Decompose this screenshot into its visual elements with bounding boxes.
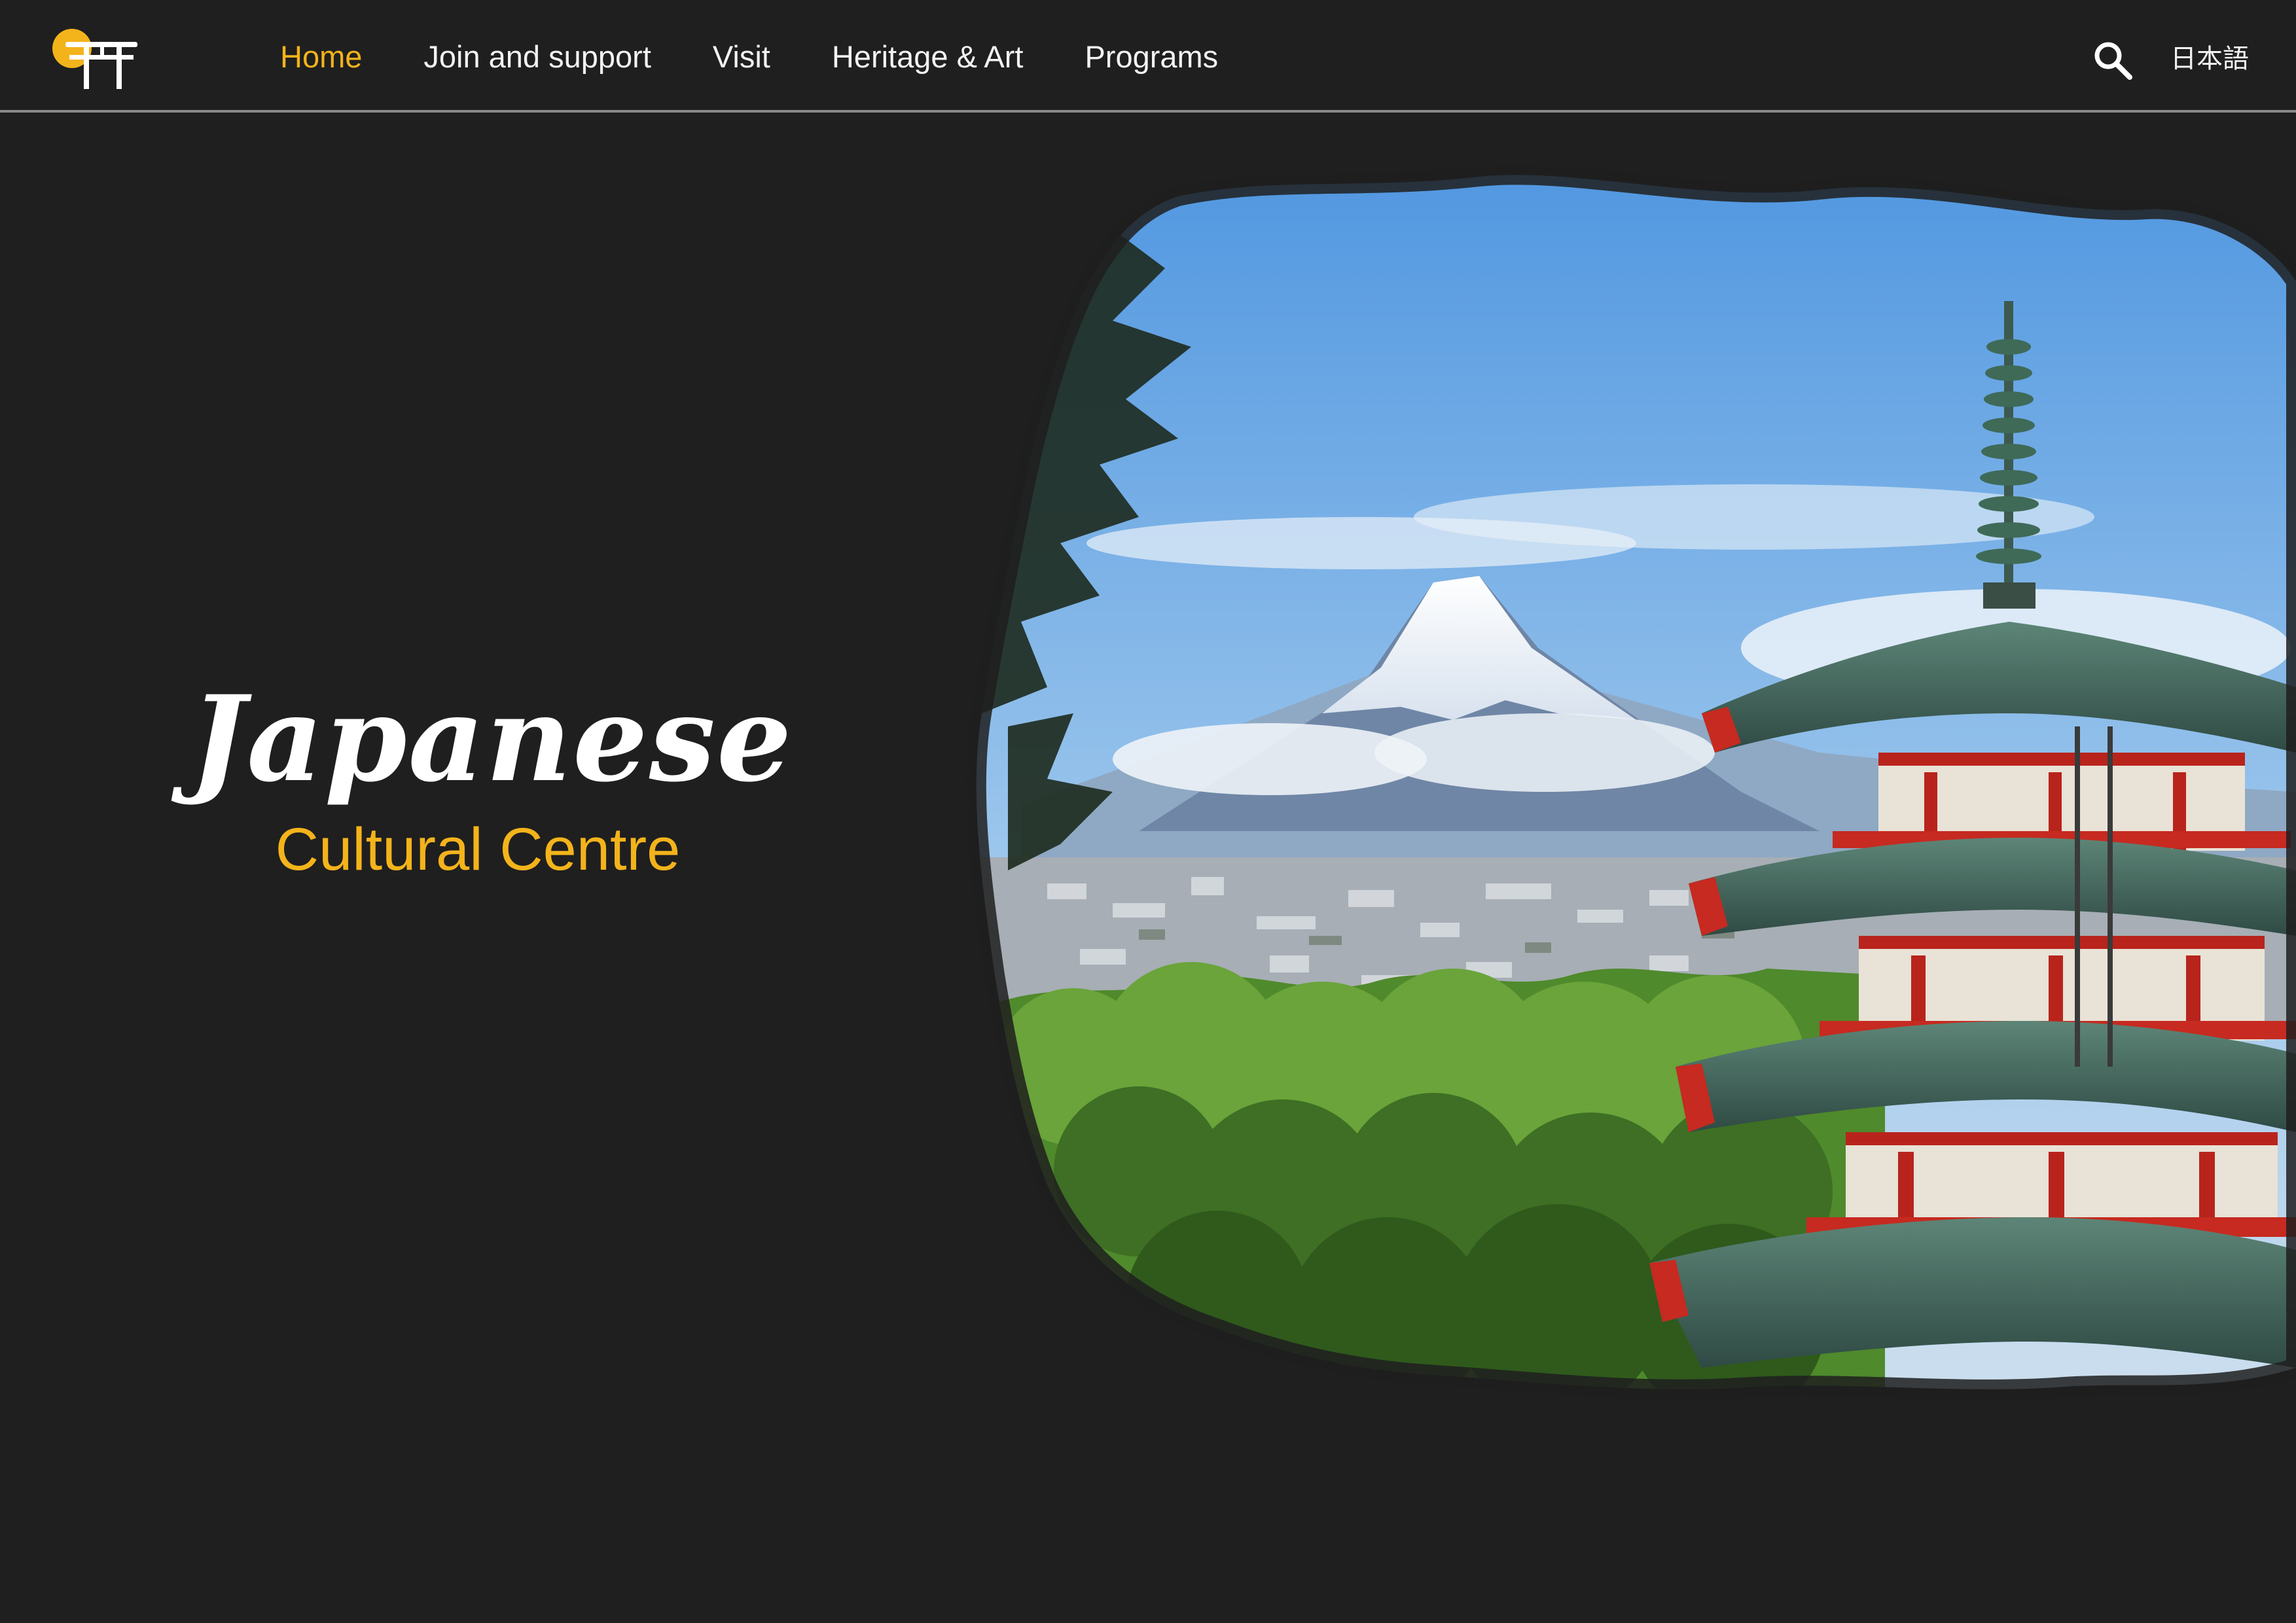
hero-image-mount-fuji-pagoda xyxy=(772,151,2296,1433)
nav-item-heritage-art[interactable]: Heritage & Art xyxy=(832,39,1024,75)
language-switch-button[interactable]: 日本語 xyxy=(2170,0,2249,113)
torii-gate-logo-icon[interactable] xyxy=(51,26,143,92)
nav-item-programs[interactable]: Programs xyxy=(1085,39,1218,75)
hero-subtitle: Cultural Centre xyxy=(275,816,681,883)
site-header: Home Join and support Visit Heritage & A… xyxy=(0,0,2296,113)
main-nav: Home Join and support Visit Heritage & A… xyxy=(280,0,1218,113)
search-icon[interactable] xyxy=(2092,39,2134,81)
nav-item-home[interactable]: Home xyxy=(280,39,362,75)
nav-item-join-and-support[interactable]: Join and support xyxy=(423,39,651,75)
nav-item-visit[interactable]: Visit xyxy=(713,39,770,75)
page: Home Join and support Visit Heritage & A… xyxy=(0,0,2296,1623)
hero-title: Japanese xyxy=(190,670,793,808)
